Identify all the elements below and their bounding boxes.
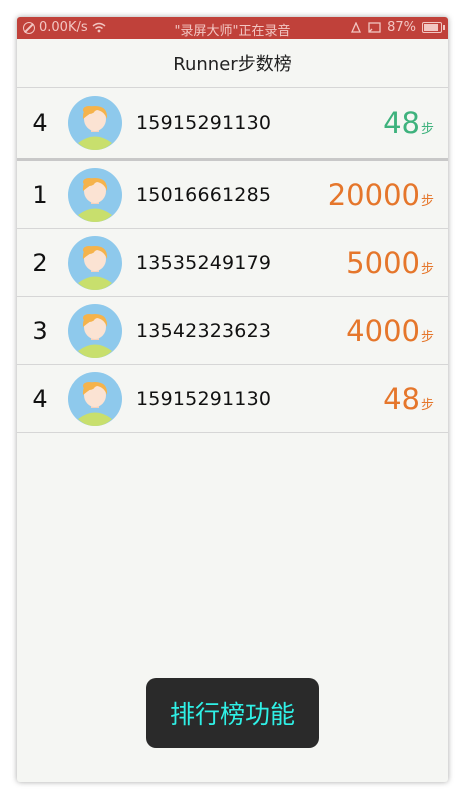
rank-number: 2 xyxy=(32,248,48,277)
alarm-off-icon xyxy=(351,21,362,33)
step-count: 48 步 xyxy=(383,106,434,140)
step-value: 48 xyxy=(383,106,420,140)
step-unit: 步 xyxy=(420,261,434,277)
user-avatar-icon xyxy=(68,167,122,222)
ranking-row-3[interactable]: 3 13542323623 4000 步 xyxy=(17,297,448,365)
ranking-row-1[interactable]: 1 15016661285 20000 步 xyxy=(17,161,448,229)
my-rank-row[interactable]: 4 15915291130 48 步 xyxy=(17,88,448,161)
status-right: 87% xyxy=(350,20,445,35)
step-value: 48 xyxy=(383,381,420,416)
user-avatar-icon xyxy=(68,303,122,358)
user-avatar-icon xyxy=(68,371,122,426)
rank-number: 4 xyxy=(32,109,48,137)
phone-screen: 0.00K/s "录屏大师"正在录音 87% Runner步数榜 4 15915… xyxy=(17,17,448,782)
phone-number: 15016661285 xyxy=(136,183,272,206)
step-count: 48 步 xyxy=(383,382,434,416)
toast-message: 排行榜功能 xyxy=(146,678,319,748)
ranking-row-2[interactable]: 2 13535249179 5000 步 xyxy=(17,229,448,297)
phone-number: 15915291130 xyxy=(136,387,272,410)
rank-number: 3 xyxy=(32,316,48,345)
step-count: 20000 步 xyxy=(328,178,434,212)
rank-number: 1 xyxy=(32,180,48,209)
battery-percent: 87% xyxy=(387,20,416,35)
page-title: Runner步数榜 xyxy=(17,39,448,88)
phone-number: 13542323623 xyxy=(136,319,272,342)
step-count: 5000 步 xyxy=(346,246,434,280)
battery-icon xyxy=(422,22,445,33)
user-avatar-icon xyxy=(68,235,122,290)
cast-icon xyxy=(368,21,381,33)
user-avatar-icon xyxy=(68,96,122,150)
step-value: 4000 xyxy=(346,313,420,348)
rank-number: 4 xyxy=(32,384,48,413)
phone-number: 13535249179 xyxy=(136,251,272,274)
status-bar: 0.00K/s "录屏大师"正在录音 87% xyxy=(17,17,448,39)
step-unit: 步 xyxy=(420,122,434,137)
step-value: 5000 xyxy=(346,245,420,280)
step-unit: 步 xyxy=(420,193,434,209)
step-unit: 步 xyxy=(420,397,434,413)
ranking-row-4[interactable]: 4 15915291130 48 步 xyxy=(17,365,448,433)
step-unit: 步 xyxy=(420,329,434,345)
phone-number: 15915291130 xyxy=(136,112,272,134)
step-count: 4000 步 xyxy=(346,314,434,348)
step-value: 20000 xyxy=(327,177,420,212)
